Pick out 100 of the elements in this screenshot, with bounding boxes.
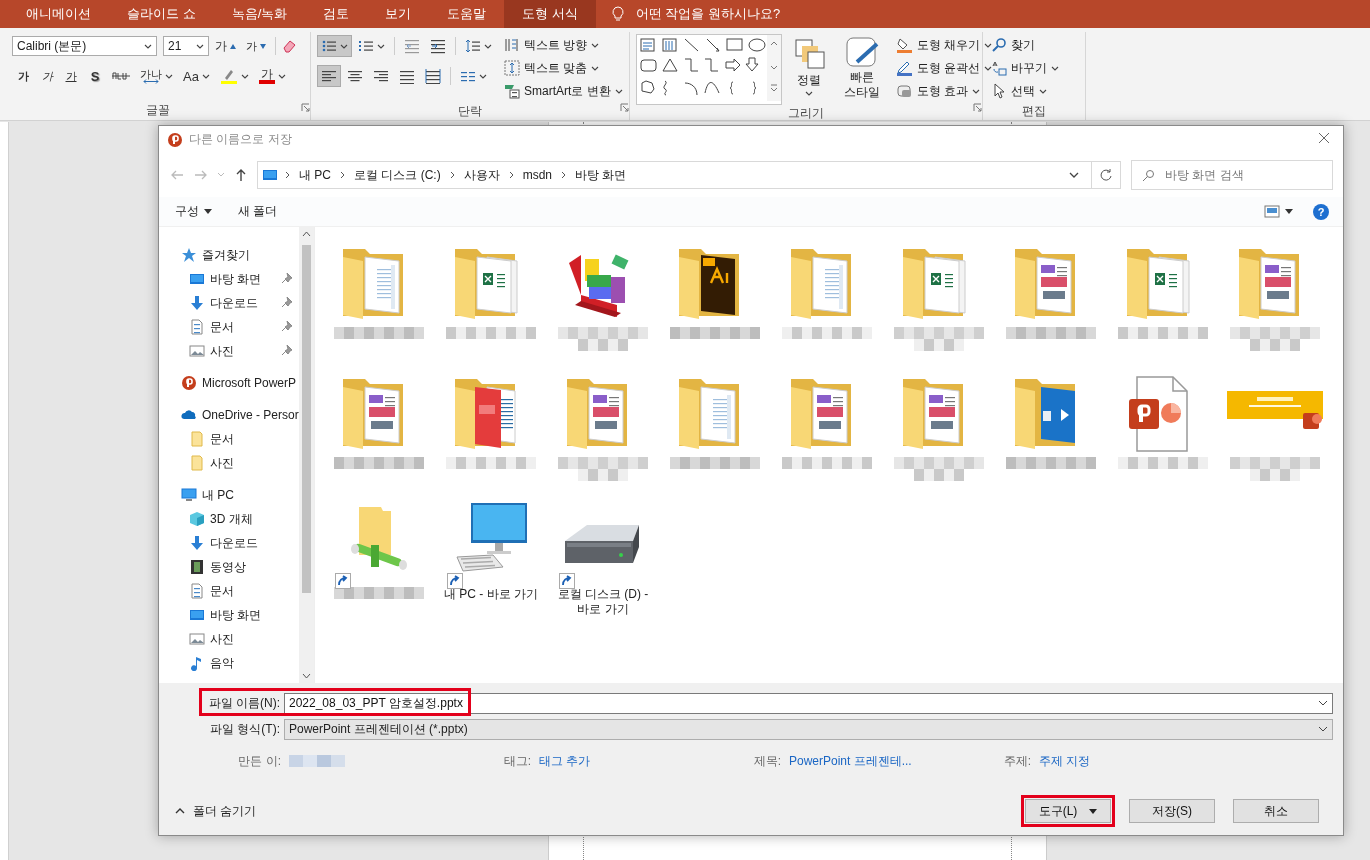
quick-styles-button[interactable]: 빠른 스타일 (836, 34, 888, 105)
nav-item[interactable]: 3D 개체 (159, 507, 299, 531)
text-direction-icon (504, 37, 520, 53)
organize-menu[interactable]: 구성 (169, 201, 218, 222)
ribbon-command[interactable]: 텍스트 맞춤 (502, 57, 625, 79)
align-right-icon (373, 68, 389, 84)
text-align-icon (504, 60, 520, 76)
ribbon-tab[interactable]: 도움말 (429, 0, 505, 28)
breadcrumb[interactable]: 바탕 화면 (573, 166, 629, 184)
ribbon-tab[interactable]: 보기 (367, 0, 430, 28)
dialog-launcher-icon[interactable] (973, 103, 982, 112)
grow-font-button[interactable]: 가 (211, 35, 240, 57)
nav-item[interactable]: 다운로드 (159, 531, 299, 555)
replace-icon (991, 60, 1007, 76)
file-item[interactable]: 로컬 디스크 (D) - 바로 가기 (547, 499, 659, 629)
shadow-button[interactable]: S (84, 65, 106, 87)
numbered-list-icon (358, 38, 374, 54)
breadcrumb[interactable]: 사용자 (461, 166, 502, 184)
caret-icon (984, 65, 993, 71)
nav-item[interactable]: OneDrive - Persor (159, 403, 299, 427)
ribbon-command[interactable]: SmartArt로 변환 (502, 80, 625, 102)
nav-item[interactable]: 사진 (159, 627, 299, 651)
group-label: 편집 (1021, 102, 1047, 120)
align-center-icon (347, 68, 363, 84)
ribbon-tab[interactable]: 도형 서식 (504, 0, 596, 28)
window-title: 다른 이름으로 저장 (189, 131, 292, 148)
dropdown-icon[interactable] (1069, 171, 1079, 179)
character-spacing-button[interactable]: 가나 (136, 65, 177, 87)
view-icon (1264, 205, 1280, 218)
change-case-button[interactable]: Aa (179, 65, 214, 87)
nav-item[interactable]: 사진 (159, 451, 299, 475)
nav-item[interactable]: Microsoft PowerP (159, 371, 299, 395)
address-bar[interactable]: 내 PC 로컬 디스크 (C:) 사용자 msdn 바탕 화면 (257, 161, 1121, 189)
help-button[interactable]: ? (1313, 203, 1329, 220)
breadcrumb[interactable]: 내 PC (297, 166, 333, 184)
pin-icon (281, 343, 293, 356)
shrink-font-button[interactable]: 가 (242, 35, 270, 57)
nav-item[interactable]: 내 PC (159, 483, 299, 507)
dialog-launcher-icon[interactable] (620, 103, 629, 112)
ribbon-tab[interactable]: 검토 (305, 0, 368, 28)
font-name-field[interactable]: Calibri (본문) (12, 36, 157, 56)
nav-item[interactable]: 바탕 화면 (159, 603, 299, 627)
file-item[interactable]: 내 PC - 바로 가기 (435, 499, 547, 629)
bullet-list-button[interactable] (317, 35, 352, 57)
caret-icon (479, 73, 487, 79)
nav-item[interactable]: 즐겨찾기 (159, 243, 299, 267)
nav-item[interactable]: 음악 (159, 651, 299, 675)
ribbon-tab[interactable]: 애니메이션 (8, 0, 109, 28)
property-link[interactable]: PowerPoint 프레젠테... (789, 752, 912, 770)
download-icon (189, 295, 205, 311)
ribbon-tab[interactable]: 녹음/녹화 (213, 0, 306, 28)
dropdown-icon[interactable] (1318, 700, 1328, 706)
property-link[interactable]: 주제 지정 (1039, 752, 1091, 770)
nav-item[interactable]: 문서 (159, 427, 299, 451)
ribbon-command[interactable]: 선택 (989, 80, 1061, 102)
chevron-icon (339, 171, 346, 179)
underline-button[interactable]: 가 (60, 65, 82, 87)
align-left-button[interactable] (317, 65, 341, 87)
nav-item[interactable]: 사진 (159, 339, 299, 363)
italic-button[interactable]: 가 (36, 65, 58, 87)
file-type-dropdown[interactable]: PowerPoint 프레젠테이션 (*.pptx) (284, 718, 1333, 740)
cube-icon (189, 511, 205, 527)
search-field[interactable]: 바탕 화면 검색 (1131, 160, 1333, 190)
refresh-icon (1099, 168, 1113, 182)
scrollbar[interactable] (299, 227, 314, 683)
nav-item[interactable]: 바탕 화면 (159, 267, 299, 291)
caret-icon (204, 209, 212, 214)
ribbon-command[interactable]: 텍스트 방향 (502, 34, 625, 56)
tell-me-field[interactable]: 어떤 작업을 원하시나요? (635, 5, 781, 23)
shape-gallery[interactable] (636, 34, 782, 105)
brush-icon (845, 36, 879, 68)
new-folder-button[interactable]: 새 폴더 (232, 201, 284, 222)
nav-item[interactable]: 다운로드 (159, 291, 299, 315)
dialog-button[interactable]: 저장(S) (1129, 799, 1215, 823)
bold-button[interactable]: 가 (12, 65, 34, 87)
property-link[interactable]: 태그 추가 (539, 752, 591, 770)
nav-item[interactable]: 문서 (159, 579, 299, 603)
font-color-button[interactable]: 가 (254, 65, 290, 87)
nav-item[interactable]: 동영상 (159, 555, 299, 579)
cursor-icon (991, 83, 1007, 99)
font-size-field[interactable]: 21 (163, 36, 209, 56)
caret-icon (484, 43, 492, 49)
dialog-launcher-icon[interactable] (301, 103, 310, 112)
desktop-icon (262, 167, 278, 183)
breadcrumb[interactable]: msdn (520, 168, 555, 182)
eraser-icon[interactable] (281, 38, 297, 54)
hide-folders-button[interactable]: 폴더 숨기기 (169, 801, 263, 821)
close-icon[interactable] (1317, 131, 1331, 145)
pin-icon (281, 319, 293, 332)
arrange-button[interactable]: 정렬 (788, 34, 830, 105)
nav-item[interactable]: 문서 (159, 315, 299, 339)
file-name-field[interactable]: 2022_08_03_PPT 암호설정.pptx (284, 692, 1333, 714)
caret-icon (1039, 88, 1047, 94)
caret-icon (201, 73, 210, 79)
dialog-button[interactable]: 취소 (1233, 799, 1319, 823)
caret-icon (340, 43, 348, 49)
breadcrumb[interactable]: 로컬 디스크 (C:) (352, 166, 443, 184)
strikethrough-icon (112, 70, 130, 82)
ribbon-tab[interactable]: 슬라이드 쇼 (109, 0, 214, 28)
dialog-button[interactable]: 도구(L) (1025, 799, 1111, 823)
